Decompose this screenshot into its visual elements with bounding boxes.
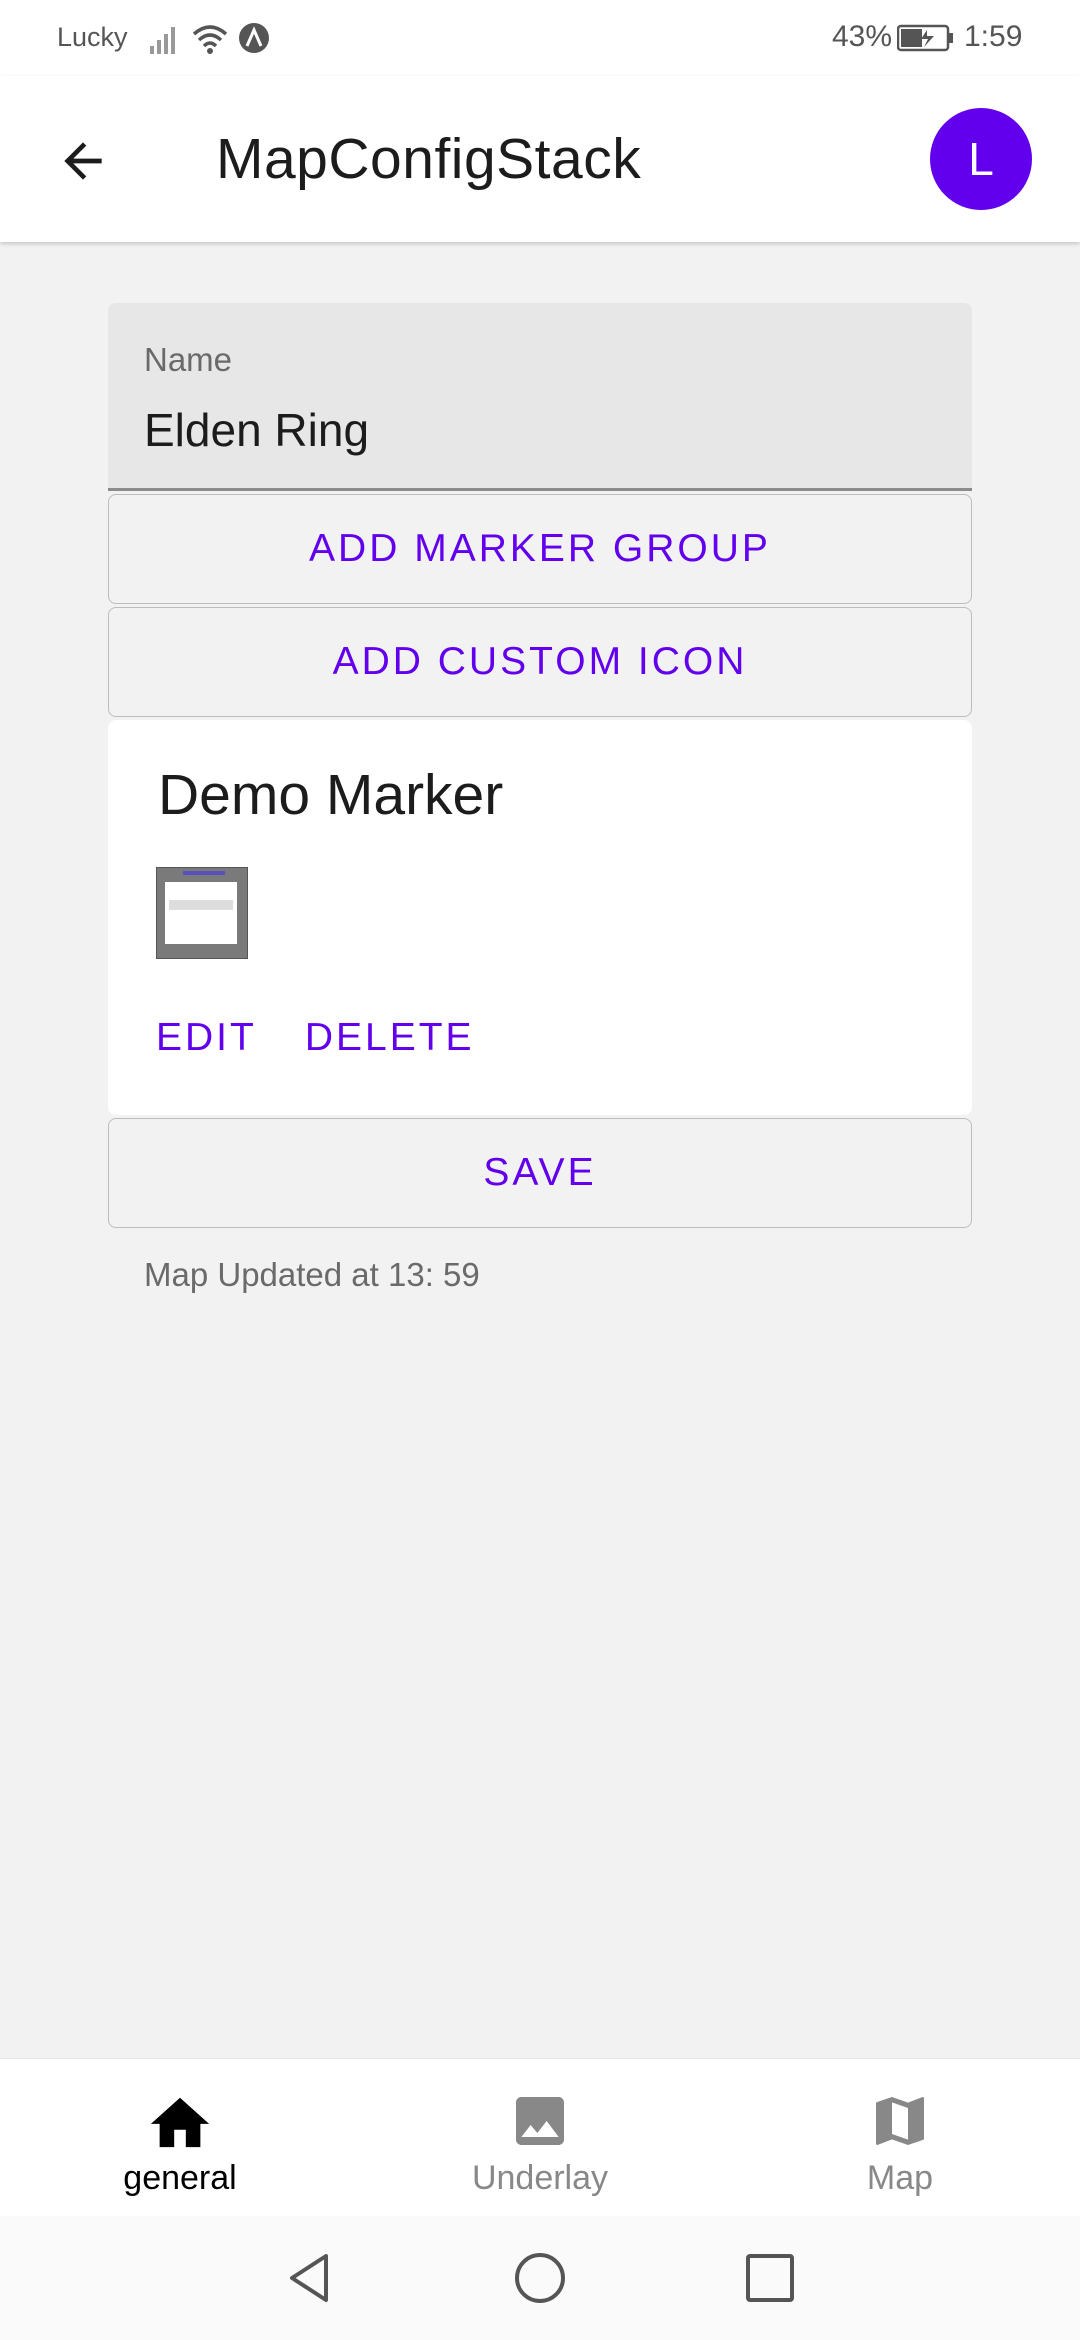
- nav-label-underlay: Underlay: [471, 2159, 609, 2197]
- battery-icon: [897, 24, 953, 52]
- signal-icon: [150, 27, 175, 54]
- name-field-value[interactable]: Elden Ring: [144, 403, 369, 457]
- name-field-label: Name: [144, 341, 233, 378]
- system-home-icon[interactable]: [512, 2250, 568, 2306]
- nav-tab-map[interactable]: Map: [800, 2089, 1000, 2198]
- card-actions: EDIT DELETE: [156, 1016, 475, 1060]
- system-recents-icon[interactable]: [742, 2250, 798, 2306]
- add-marker-group-button[interactable]: ADD MARKER GROUP: [108, 494, 972, 604]
- app-notification-icon: [239, 23, 269, 53]
- map-config-form: Name Elden Ring ADD MARKER GROUP ADD CUS…: [108, 303, 972, 1294]
- marker-group-card: Demo Marker EDIT DELETE: [108, 720, 972, 1115]
- back-arrow-icon: [64, 142, 102, 180]
- bottom-navigation: general Underlay Map: [0, 2058, 1080, 2217]
- system-back-icon[interactable]: [282, 2250, 338, 2306]
- image-icon: [516, 2097, 564, 2145]
- delete-button[interactable]: DELETE: [305, 1016, 475, 1060]
- nav-label-general: general: [123, 2159, 237, 2197]
- avatar-initial: L: [968, 133, 994, 185]
- system-navigation-bar: [0, 2216, 1080, 2340]
- battery-percent: 43%: [832, 20, 893, 53]
- update-status-text: Map Updated at 13: 59: [144, 1256, 480, 1293]
- marker-icon-thumbnail: [156, 867, 248, 959]
- signal-wifi-icons: [150, 23, 269, 54]
- marker-group-title: Demo Marker: [158, 763, 504, 827]
- clock: 1:59: [964, 20, 1023, 53]
- app-bar: MapConfigStack L: [0, 76, 1080, 242]
- nav-label-map: Map: [866, 2159, 934, 2197]
- avatar[interactable]: L: [930, 108, 1032, 210]
- nav-tab-general[interactable]: general: [80, 2089, 280, 2198]
- nav-tab-underlay[interactable]: Underlay: [440, 2089, 640, 2198]
- page-title: MapConfigStack: [216, 127, 642, 191]
- name-field[interactable]: Name Elden Ring: [108, 303, 972, 491]
- home-icon: [150, 2097, 210, 2148]
- edit-button[interactable]: EDIT: [156, 1016, 257, 1060]
- wifi-icon: [192, 25, 228, 48]
- status-bar: Lucky 43% 1:59: [0, 0, 1080, 76]
- save-button[interactable]: SAVE: [108, 1118, 972, 1228]
- add-custom-icon-button[interactable]: ADD CUSTOM ICON: [108, 607, 972, 717]
- back-button[interactable]: [48, 126, 118, 196]
- map-icon: [876, 2097, 924, 2145]
- carrier-name: Lucky: [57, 22, 128, 52]
